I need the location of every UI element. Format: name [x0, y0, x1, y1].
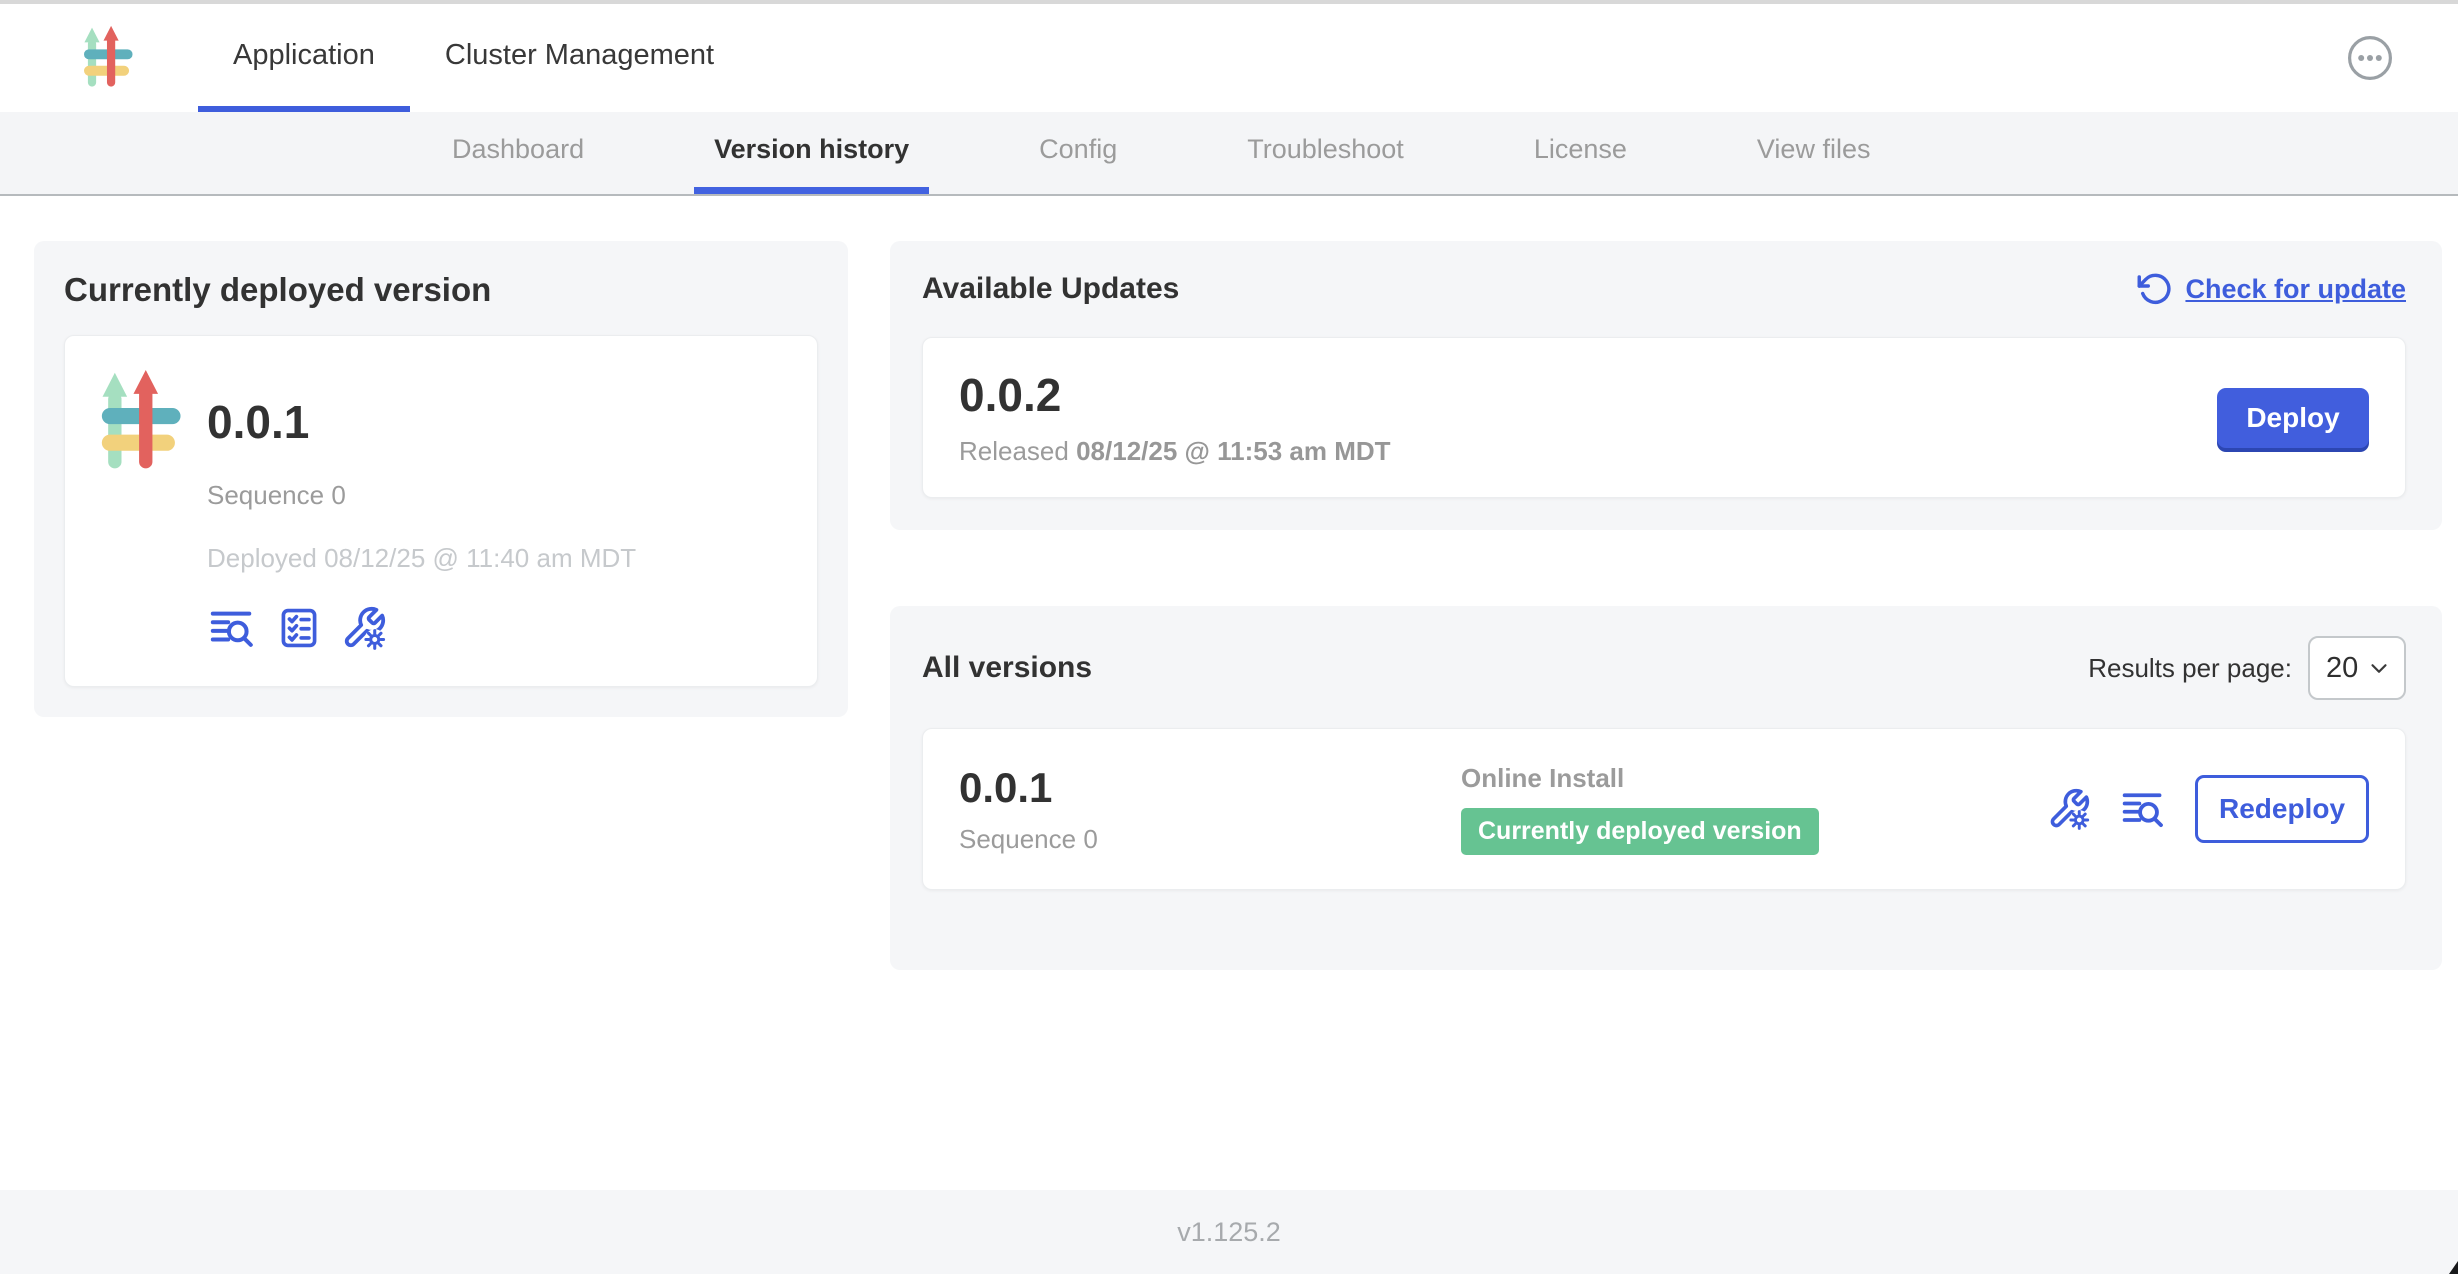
row-version-sequence: Sequence 0: [959, 824, 1461, 855]
refresh-icon: [2137, 271, 2173, 307]
deploy-button[interactable]: Deploy: [2217, 388, 2369, 448]
update-version-number: 0.0.2: [959, 368, 1391, 422]
subnav-version-history[interactable]: Version history: [694, 112, 929, 194]
tab-cluster-management[interactable]: Cluster Management: [410, 4, 749, 112]
app-version-logo-icon: [101, 370, 187, 474]
ellipsis-icon: [2346, 34, 2394, 82]
check-for-update-label: Check for update: [2185, 274, 2406, 305]
row-install-type: Online Install: [1461, 763, 2047, 794]
results-per-page-value: 20: [2326, 652, 2358, 685]
tab-application[interactable]: Application: [198, 4, 410, 112]
subnav-troubleshoot[interactable]: Troubleshoot: [1227, 112, 1424, 194]
results-per-page-select[interactable]: 20: [2308, 636, 2406, 700]
results-per-page-label: Results per page:: [2088, 653, 2292, 684]
released-date: 08/12/25 @ 11:53 am MDT: [1076, 436, 1390, 466]
version-history-page: Currently deployed version 0.0.1 Sequenc…: [0, 196, 2458, 970]
row-version-number: 0.0.1: [959, 764, 1461, 812]
console-version: v1.125.2: [1177, 1217, 1281, 1248]
chevron-down-icon: [2366, 655, 2392, 681]
current-version-sequence: Sequence 0: [207, 480, 636, 511]
kots-admin-console: Application Cluster Management Dashboard…: [0, 0, 2458, 1274]
all-versions-title: All versions: [922, 651, 1092, 685]
all-versions-section: All versions Results per page: 20 0.0: [890, 606, 2442, 970]
current-version-deployed-timestamp: Deployed 08/12/25 @ 11:40 am MDT: [207, 543, 636, 574]
current-version-actions: [207, 604, 636, 652]
subnav-dashboard-label: Dashboard: [452, 134, 584, 165]
edit-config-icon[interactable]: [2047, 786, 2091, 832]
subnav-view-files-label: View files: [1757, 134, 1871, 165]
available-updates-section: Available Updates Check for update 0.0.2…: [890, 241, 2442, 530]
diff-logs-icon[interactable]: [207, 605, 257, 651]
cursor-artifact: [2449, 1261, 2458, 1274]
overflow-menu-button[interactable]: [2346, 34, 2394, 82]
app-logo-icon: [84, 25, 136, 91]
subnav-version-history-label: Version history: [714, 134, 909, 165]
current-version-card: 0.0.1 Sequence 0 Deployed 08/12/25 @ 11:…: [64, 335, 818, 687]
subnav-dashboard[interactable]: Dashboard: [432, 112, 604, 194]
subnav-view-files[interactable]: View files: [1737, 112, 1891, 194]
tab-application-label: Application: [233, 39, 375, 72]
diff-logs-icon[interactable]: [2119, 787, 2167, 831]
tab-cluster-management-label: Cluster Management: [445, 39, 714, 72]
available-updates-title: Available Updates: [922, 272, 1179, 306]
app-logo: [84, 25, 136, 91]
console-footer: v1.125.2: [0, 1190, 2458, 1274]
version-row-0-0-1: 0.0.1 Sequence 0 Online Install Currentl…: [922, 728, 2406, 890]
currently-deployed-badge: Currently deployed version: [1461, 808, 1819, 855]
update-card-0-0-2: 0.0.2 Released 08/12/25 @ 11:53 am MDT D…: [922, 337, 2406, 498]
redeploy-button[interactable]: Redeploy: [2195, 775, 2369, 843]
subnav-config[interactable]: Config: [1019, 112, 1137, 194]
currently-deployed-section: Currently deployed version 0.0.1 Sequenc…: [34, 241, 848, 717]
top-nav-bar: Application Cluster Management: [0, 4, 2458, 112]
subnav-config-label: Config: [1039, 134, 1117, 165]
currently-deployed-title: Currently deployed version: [64, 271, 818, 309]
subnav-license[interactable]: License: [1514, 112, 1647, 194]
edit-config-icon[interactable]: [341, 604, 387, 652]
check-for-update-link[interactable]: Check for update: [2137, 271, 2406, 307]
current-version-number: 0.0.1: [207, 370, 636, 474]
updates-and-versions: Available Updates Check for update 0.0.2…: [890, 241, 2442, 970]
released-label: Released: [959, 436, 1069, 466]
app-sub-nav: Dashboard Version history Config Trouble…: [0, 112, 2458, 196]
subnav-troubleshoot-label: Troubleshoot: [1247, 134, 1404, 165]
preflight-checks-icon[interactable]: [277, 604, 321, 652]
subnav-license-label: License: [1534, 134, 1627, 165]
update-released-timestamp: Released 08/12/25 @ 11:53 am MDT: [959, 436, 1391, 467]
